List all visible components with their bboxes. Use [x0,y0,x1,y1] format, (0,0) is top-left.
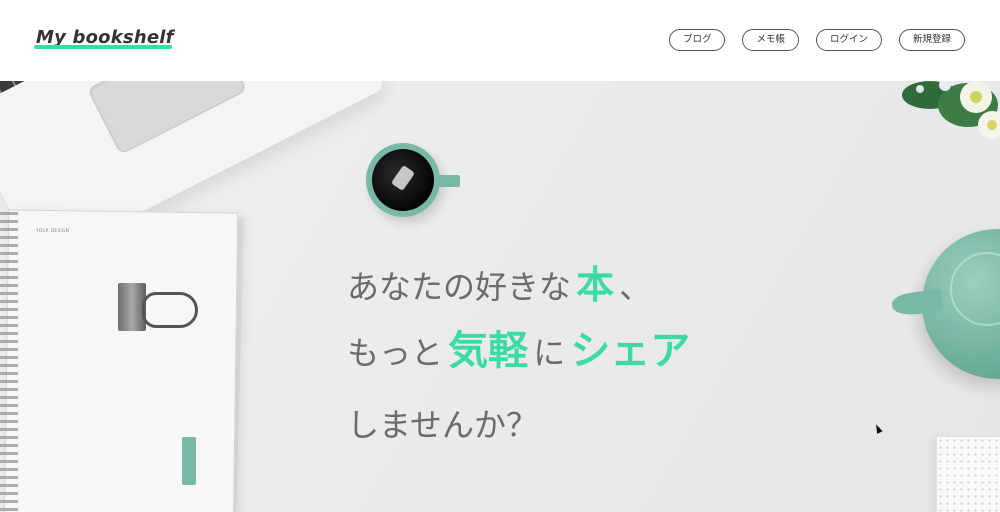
hero-line-3-text: しませんか？ [347,406,539,444]
notebook-spiral [0,212,18,512]
hero-line-2-particle: に [533,334,566,372]
hero-line-2-text: もっと [347,334,444,372]
nav-blog-button[interactable]: ブログ [668,29,726,51]
main-nav: ブログ メモ帳 ログイン 新規登録 [668,29,965,51]
cup-handle-image [438,175,460,187]
hero-line-1: あなたの好きな 本 、 [347,254,651,309]
hero-line-3: しませんか？ [347,400,538,446]
coffee-reflection [390,164,416,192]
hero-line-1-comma: 、 [619,268,652,306]
coffee-image [372,149,434,211]
site-header: My bookshelf ブログ メモ帳 ログイン 新規登録 [0,0,1000,81]
hero-line-2: もっと 気軽 に シェア [347,318,690,376]
eraser-image [182,437,196,485]
nav-signup-button[interactable]: 新規登録 [898,29,965,51]
hero-accent-share: シェア [570,328,691,374]
nav-login-button[interactable]: ログイン [815,29,882,51]
keyboard-image [0,81,95,100]
coffee-cup-image [366,143,440,217]
notebook-image [3,209,239,512]
nav-memo-button[interactable]: メモ帳 [742,29,799,51]
dotted-notepad-image [936,436,1000,512]
notebook-brand-text: YOUR DESIGN [36,228,70,233]
binder-clip-loop [142,292,198,328]
logo-underline [34,45,172,49]
hero-line-1-text: あなたの好きな [347,268,572,306]
hero-accent-book: 本 [576,263,615,307]
hero-accent-casual: 気軽 [448,328,529,374]
flowers-image [902,81,1000,139]
